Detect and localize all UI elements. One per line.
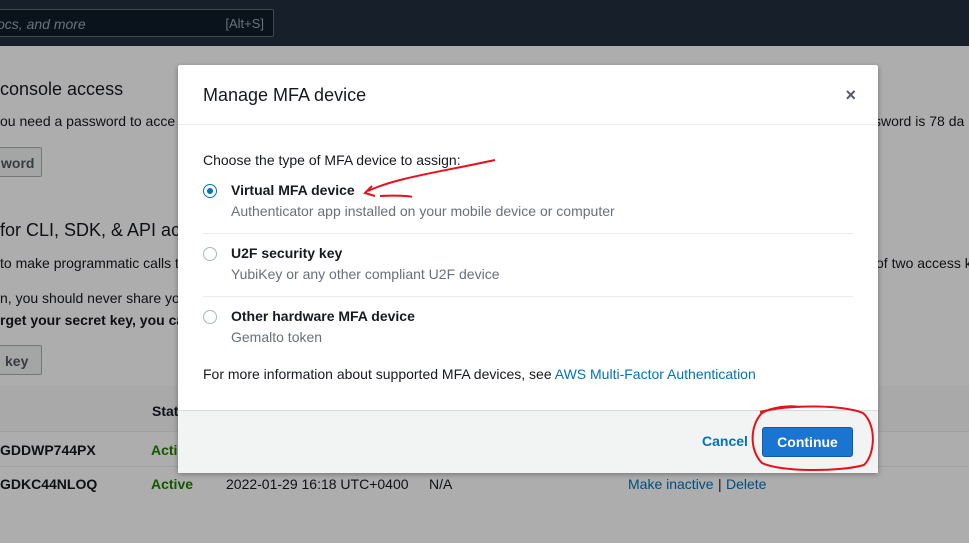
hardware-mfa-radio[interactable]	[203, 310, 217, 324]
option-hardware-mfa[interactable]: Other hardware MFA device Gemalto token	[203, 308, 853, 372]
option-divider	[203, 296, 853, 297]
dialog-footer: Cancel Continue	[178, 410, 878, 473]
info-text: For more information about supported MFA…	[203, 366, 555, 382]
dialog-title: Manage MFA device	[203, 85, 367, 105]
option-divider	[203, 233, 853, 234]
continue-button[interactable]: Continue	[762, 427, 853, 457]
u2f-radio[interactable]	[203, 247, 217, 261]
mfa-type-prompt: Choose the type of MFA device to assign:	[203, 152, 461, 168]
option-label: Virtual MFA device	[231, 182, 355, 198]
option-description: YubiKey or any other compliant U2F devic…	[231, 266, 500, 282]
virtual-mfa-radio[interactable]	[203, 184, 217, 198]
option-label: U2F security key	[231, 245, 343, 261]
cancel-button[interactable]: Cancel	[702, 433, 748, 449]
dialog-header: Manage MFA device ×	[178, 65, 878, 125]
close-icon[interactable]: ×	[845, 85, 856, 106]
option-u2f-key[interactable]: U2F security key YubiKey or any other co…	[203, 245, 853, 309]
option-description: Authenticator app installed on your mobi…	[231, 203, 615, 219]
aws-mfa-link[interactable]: AWS Multi-Factor Authentication	[555, 366, 756, 382]
option-virtual-mfa[interactable]: Virtual MFA device Authenticator app ins…	[203, 182, 853, 246]
manage-mfa-dialog: Manage MFA device × Choose the type of M…	[178, 65, 878, 473]
option-label: Other hardware MFA device	[231, 308, 415, 324]
mfa-info-text: For more information about supported MFA…	[203, 366, 756, 382]
option-description: Gemalto token	[231, 329, 323, 345]
